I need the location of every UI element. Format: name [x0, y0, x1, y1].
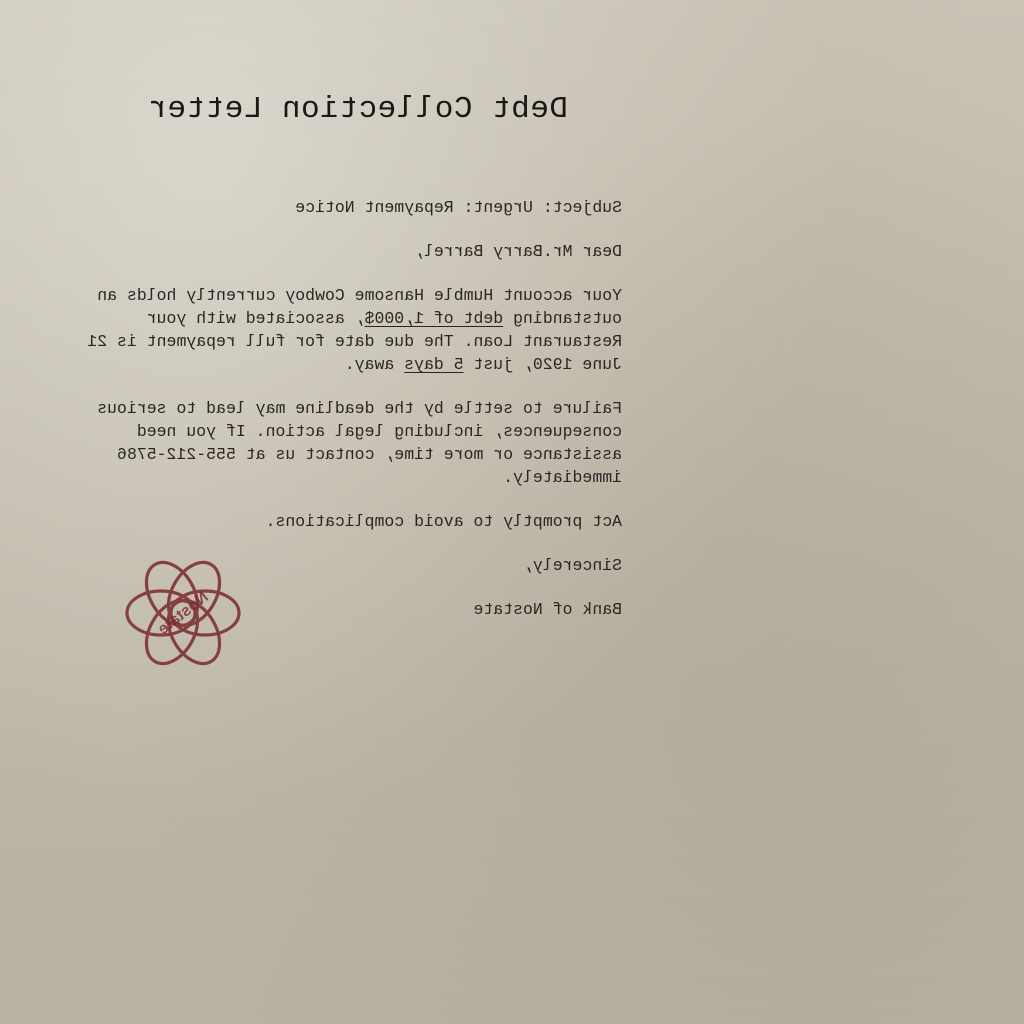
bank-seal-stamp: Nostate	[116, 546, 250, 680]
account-text-c: away.	[344, 355, 405, 374]
paper-background: Debt Collection Letter Subject: Urgent: …	[0, 0, 1024, 1024]
letter-greeting: Dear Mr.Barry Barrel,	[414, 242, 622, 261]
days-remaining: 5 days	[404, 355, 464, 374]
debt-collection-letter: Debt Collection Letter Subject: Urgent: …	[0, 0, 1024, 1024]
letter-paragraph-consequences: Failure to settle by the deadline may le…	[97, 399, 622, 487]
debt-amount: debt of 1,000$	[364, 309, 504, 328]
letter-paragraph-action: Act promptly to avoid complications.	[265, 512, 622, 531]
letter-title: Debt Collection Letter	[147, 92, 568, 127]
letter-subject: Subject: Urgent: Repayment Notice	[295, 198, 622, 217]
letter-paragraph-account: Your account Humble Hansome Cowboy curre…	[62, 284, 622, 376]
seal-icon: Nostate	[125, 560, 241, 666]
